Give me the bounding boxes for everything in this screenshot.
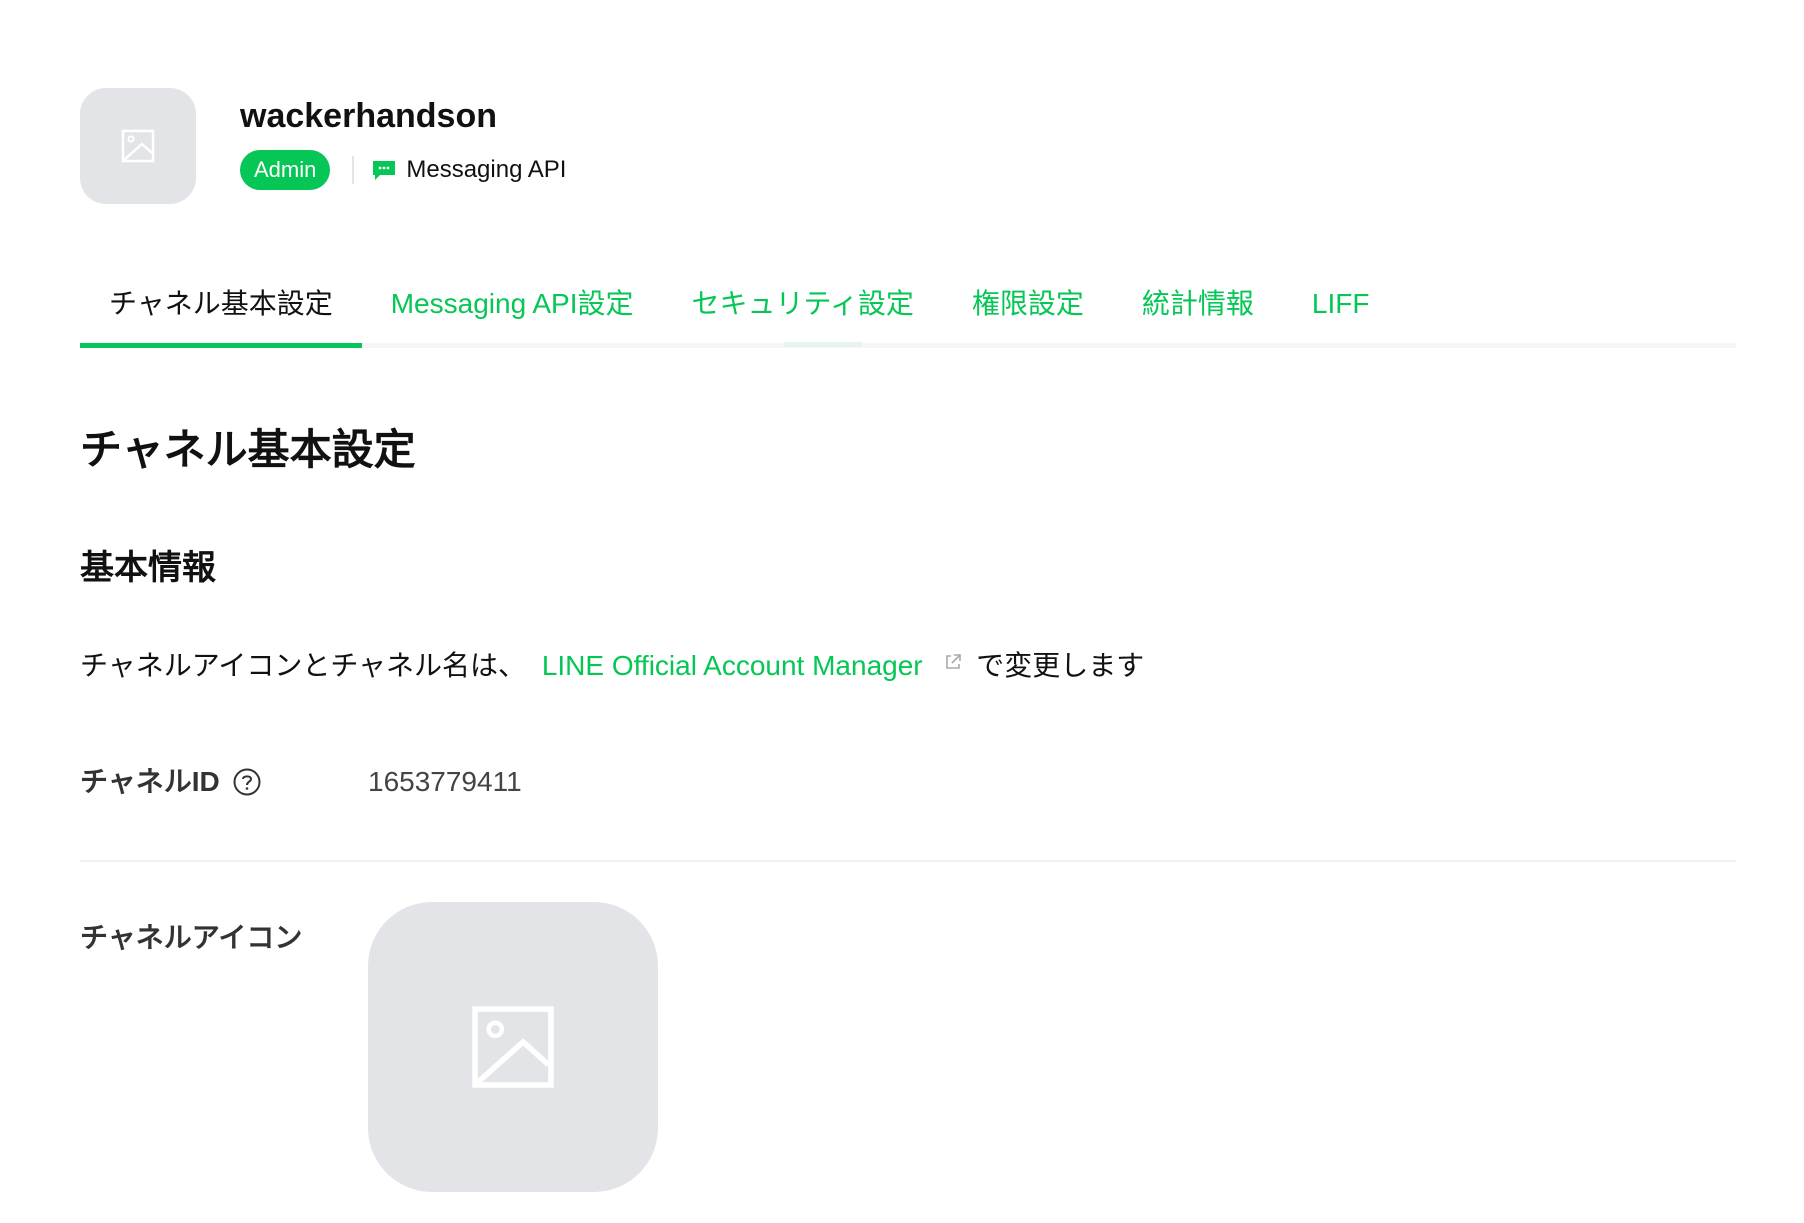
tab-security-settings[interactable]: セキュリティ設定 xyxy=(663,280,943,343)
channel-icon-label: チャネルアイコン xyxy=(80,922,303,953)
channel-info: wackerhandson Admin Messaging API xyxy=(240,96,566,190)
image-placeholder-icon xyxy=(472,1006,554,1088)
channel-icon-preview xyxy=(368,902,658,1192)
meta-divider xyxy=(352,156,355,184)
channel-header: wackerhandson Admin Messaging API xyxy=(80,88,566,204)
role-badge: Admin xyxy=(240,150,331,190)
tab-hover-indicator xyxy=(784,342,862,347)
tab-channel-basic-settings[interactable]: チャネル基本設定 xyxy=(80,280,362,348)
channel-type-label: Messaging API xyxy=(406,156,567,183)
external-link-icon xyxy=(944,640,962,684)
channel-avatar xyxy=(80,88,196,204)
channel-id-label-row: チャネルID xyxy=(80,762,262,802)
help-icon[interactable] xyxy=(232,767,262,797)
chat-bubble-icon xyxy=(372,158,396,182)
field-divider xyxy=(80,860,1736,862)
channel-id-label: チャネルID xyxy=(80,766,220,797)
settings-tabs: チャネル基本設定 Messaging API設定 セキュリティ設定 権限設定 統… xyxy=(80,280,1736,348)
official-account-manager-link[interactable]: LINE Official Account Manager xyxy=(542,650,923,681)
tab-statistics[interactable]: 統計情報 xyxy=(1113,280,1283,343)
channel-meta: Admin Messaging API xyxy=(240,150,566,190)
tab-permission-settings[interactable]: 権限設定 xyxy=(943,280,1113,343)
channel-settings-page: wackerhandson Admin Messaging API チャネル基本… xyxy=(0,0,1804,1223)
tab-messaging-api-settings[interactable]: Messaging API設定 xyxy=(362,280,663,343)
page-title: チャネル基本設定 xyxy=(80,426,416,473)
section-title-basic-info: 基本情報 xyxy=(80,549,216,587)
channel-name-description: チャネルアイコンとチャネル名は、 LINE Official Account M… xyxy=(80,640,1144,688)
image-placeholder-icon xyxy=(121,129,155,163)
description-prefix: チャネルアイコンとチャネル名は、 xyxy=(80,650,527,681)
tab-liff[interactable]: LIFF xyxy=(1283,280,1399,343)
channel-id-value: 1653779411 xyxy=(368,766,522,797)
channel-name: wackerhandson xyxy=(240,97,497,135)
description-suffix: で変更します xyxy=(976,650,1145,681)
